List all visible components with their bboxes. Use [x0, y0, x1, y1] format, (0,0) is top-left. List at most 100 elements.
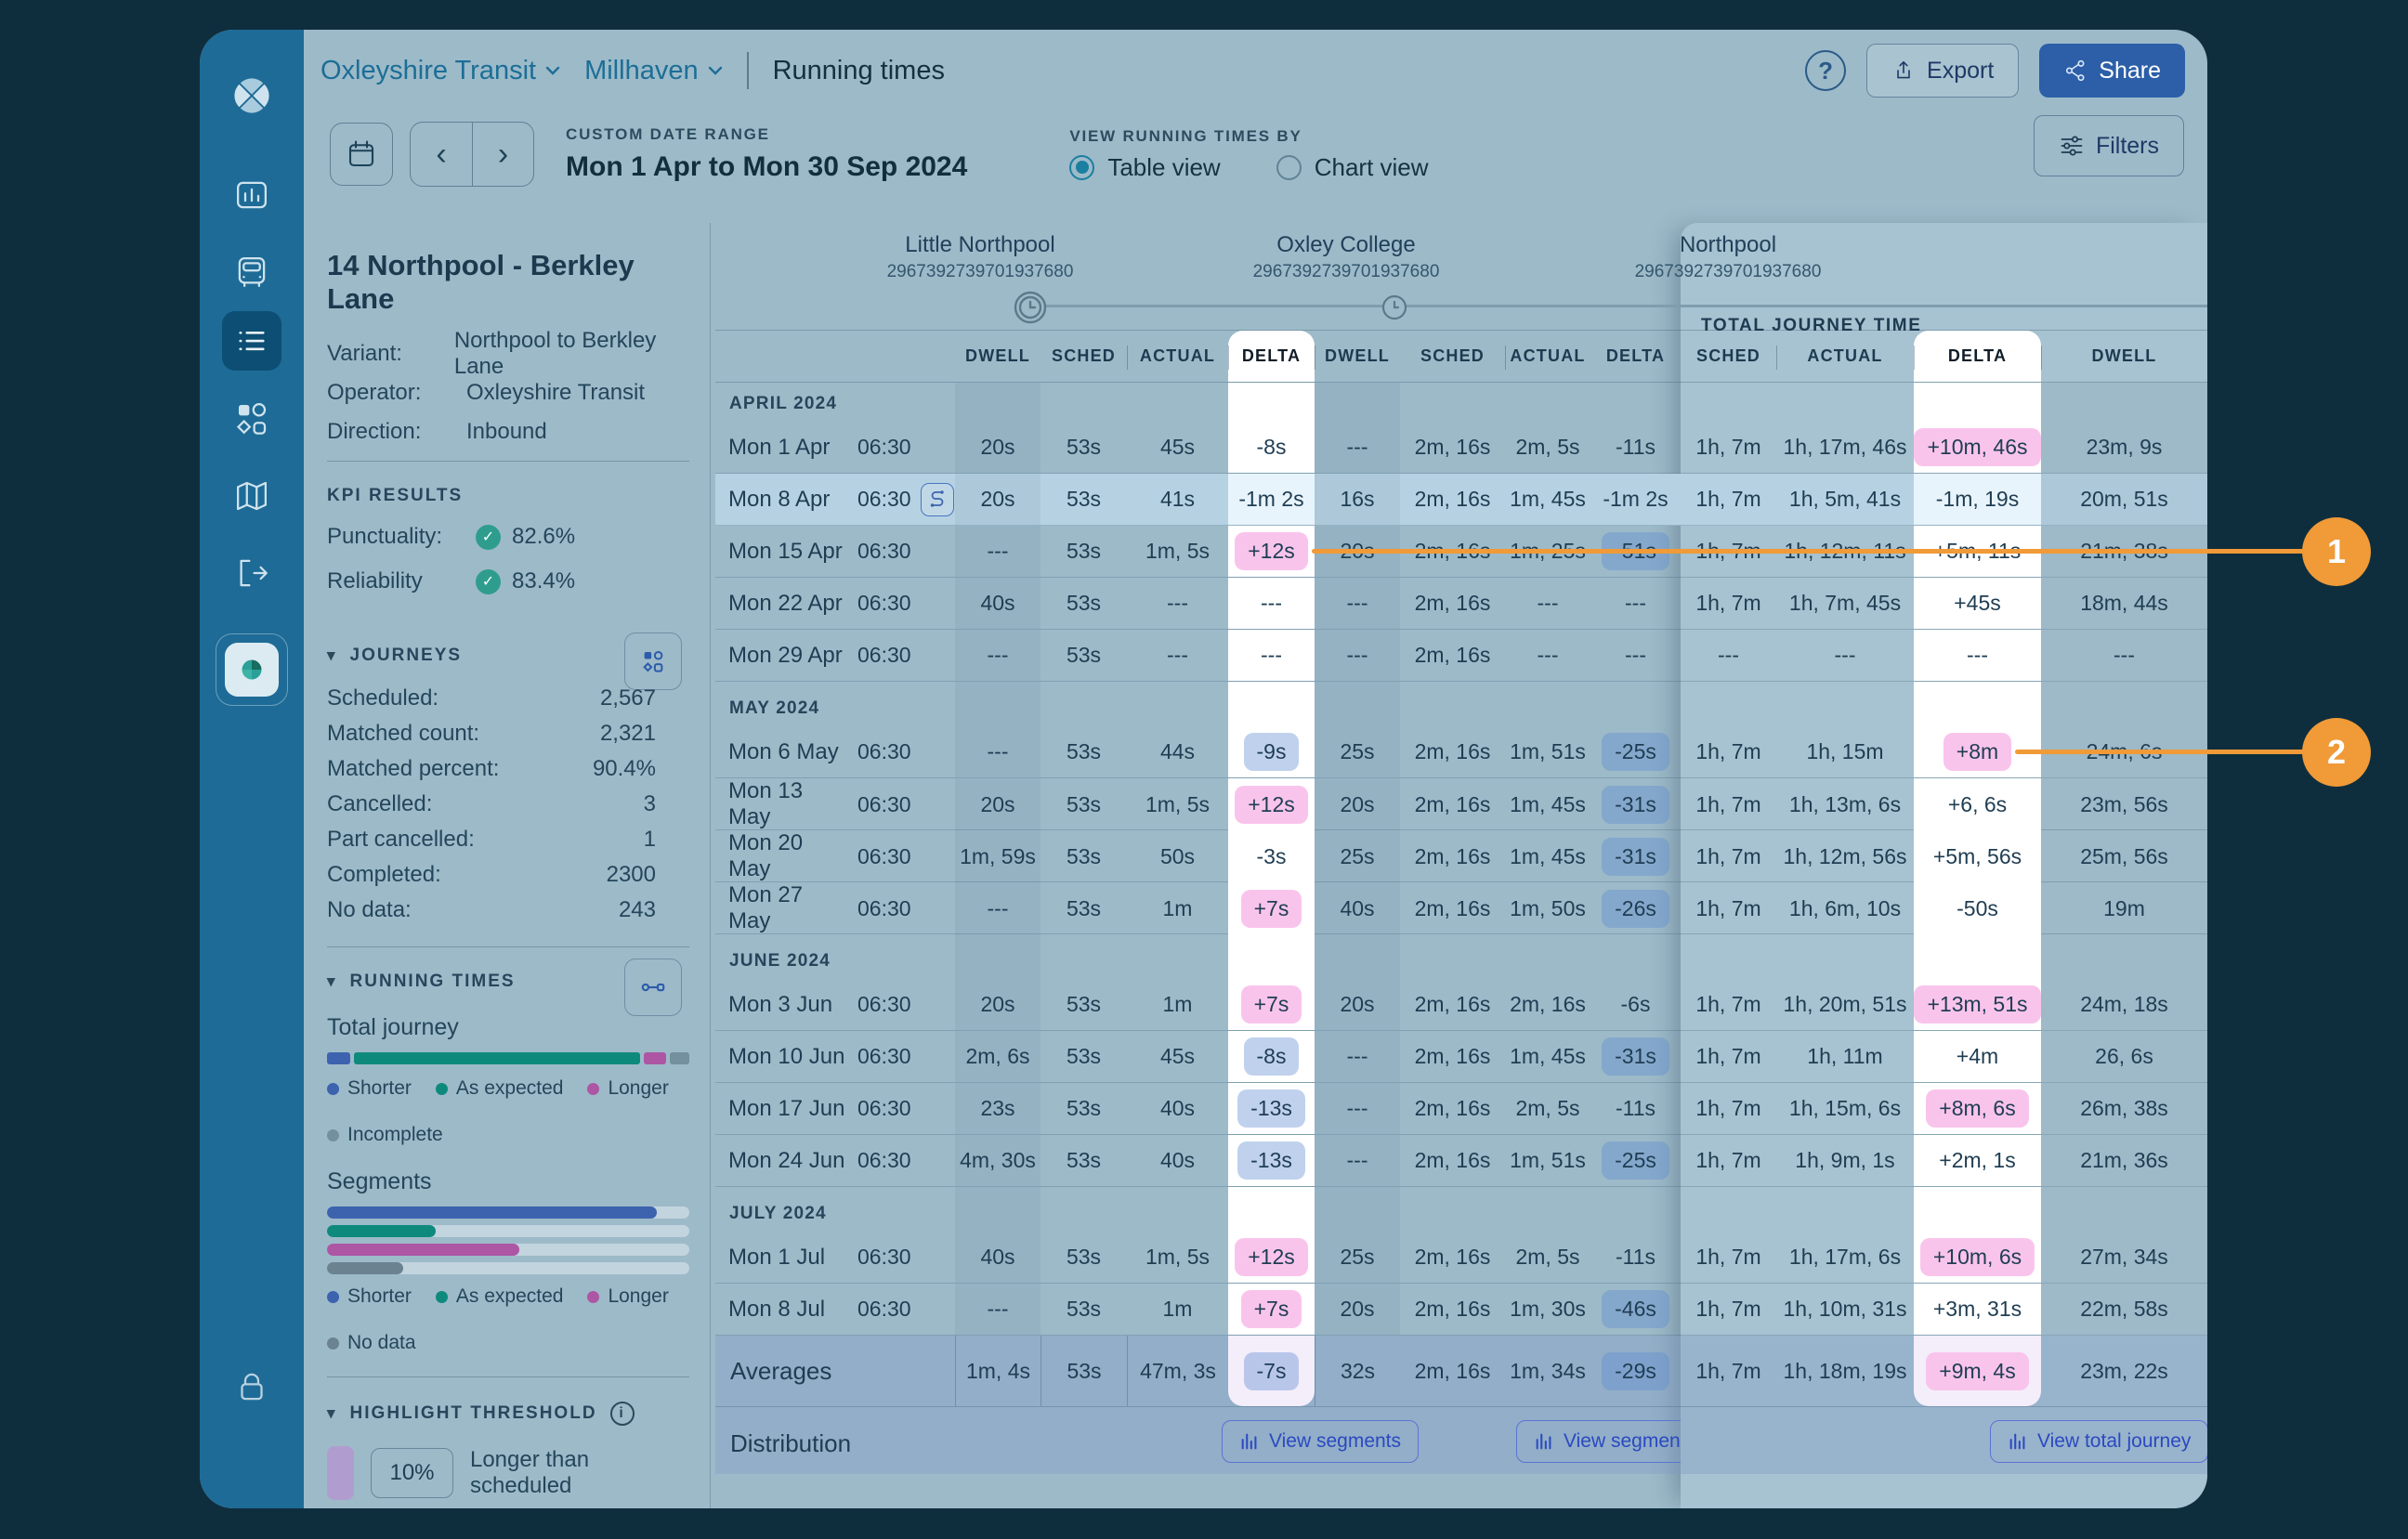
- column-header-dwell-0[interactable]: DWELL: [955, 331, 1040, 382]
- view-segments-2-button-label: View segments: [1564, 1430, 1681, 1453]
- column-header-dwell-4[interactable]: DWELL: [1315, 331, 1400, 382]
- table-row[interactable]: Mon 1 Jul06:3040s53s1m, 5s+12s25s2m, 16s…: [715, 1232, 2207, 1284]
- delta-chip-blue: -13s: [1237, 1089, 1305, 1128]
- share-button[interactable]: Share: [2039, 44, 2185, 98]
- cell-8: 1h, 7m: [1681, 1284, 1776, 1335]
- cell-text: 1h, 7m: [1695, 435, 1760, 460]
- column-header-sched-5[interactable]: SCHED: [1400, 331, 1505, 382]
- cell-1: 53s: [1040, 1284, 1127, 1335]
- station-oxley-college: Oxley College 2967392739701937680: [1188, 232, 1504, 282]
- route-variant-icon[interactable]: [921, 483, 954, 516]
- prev-period-button[interactable]: ‹: [411, 123, 472, 186]
- table-row[interactable]: Mon 29 Apr06:30---53s---------2m, 16s---…: [715, 630, 2207, 682]
- cell-text: 1h, 7m: [1695, 1245, 1760, 1270]
- view-segments-2-button[interactable]: View segments: [1516, 1420, 1681, 1463]
- table-row[interactable]: Mon 8 Apr06:3020s53s41s-1m 2s16s2m, 16s1…: [715, 474, 2207, 526]
- column-header-sched-8[interactable]: SCHED: [1681, 331, 1776, 382]
- info-icon[interactable]: i: [610, 1402, 635, 1426]
- month-row-cell: [1228, 934, 1315, 979]
- collapse-caret-icon[interactable]: ▾: [327, 646, 337, 665]
- sidebar-item-app[interactable]: [216, 633, 288, 706]
- sidebar-item-dashboard[interactable]: [222, 165, 281, 225]
- calendar-button[interactable]: [330, 123, 393, 186]
- cell-10: +5m, 11s: [1914, 526, 2041, 577]
- column-header-dwell-11[interactable]: DWELL: [2041, 331, 2207, 382]
- cell-3: +12s: [1228, 778, 1315, 830]
- table-row[interactable]: Mon 20 May06:301m, 59s53s50s-3s25s2m, 16…: [715, 830, 2207, 882]
- table-row[interactable]: Mon 1 Apr06:3020s53s45s-8s---2m, 16s2m, …: [715, 422, 2207, 474]
- cell-text: -1m 2s: [1603, 487, 1668, 512]
- filters-sliders-icon: [2059, 133, 2085, 159]
- table-row[interactable]: Mon 17 Jun06:3023s53s40s-13s---2m, 16s2m…: [715, 1083, 2207, 1135]
- column-header-sched-1[interactable]: SCHED: [1040, 331, 1127, 382]
- breadcrumb-operator[interactable]: Oxleyshire Transit: [321, 56, 560, 86]
- view-total-journey-button[interactable]: View total journey: [1990, 1420, 2207, 1463]
- cell-text: 1m: [1163, 896, 1193, 921]
- cell-1: 53s: [1040, 778, 1127, 830]
- next-period-button[interactable]: ›: [472, 123, 533, 186]
- cell-text: -50s: [1956, 896, 1998, 921]
- view-segments-button[interactable]: View segments: [1222, 1420, 1419, 1463]
- export-button[interactable]: Export: [1866, 44, 2019, 98]
- segments-link-button[interactable]: [624, 959, 682, 1016]
- table-row[interactable]: Mon 15 Apr06:30---53s1m, 5s+12s20s2m, 16…: [715, 526, 2207, 578]
- cell-text: ---: [1967, 643, 1988, 668]
- table-row[interactable]: Mon 10 Jun06:302m, 6s53s45s-8s---2m, 16s…: [715, 1031, 2207, 1083]
- column-header-delta-7[interactable]: DELTA: [1590, 331, 1681, 382]
- sidebar-item-vehicles[interactable]: [222, 242, 281, 302]
- cell-5: 2m, 16s: [1400, 1232, 1505, 1283]
- station-name: Little Northpool: [822, 232, 1138, 258]
- column-header-delta-10[interactable]: DELTA: [1914, 331, 2041, 382]
- collapse-caret-icon[interactable]: ▾: [327, 1404, 337, 1423]
- cell-text: 1m, 45s: [1510, 487, 1586, 512]
- cell-5: 2m, 16s: [1400, 1284, 1505, 1335]
- sidebar-item-running-times[interactable]: [222, 311, 281, 371]
- cell-text: 1h, 7m: [1695, 1359, 1760, 1384]
- averages-label: Averages: [715, 1336, 955, 1406]
- breadcrumb-region[interactable]: Millhaven: [584, 56, 723, 86]
- sidebar-item-categories[interactable]: [222, 388, 281, 448]
- journeys-categories-button[interactable]: [624, 633, 682, 690]
- table-row[interactable]: Mon 22 Apr06:3040s53s---------2m, 16s---…: [715, 578, 2207, 630]
- cell-11: 21m, 38s: [2041, 526, 2207, 577]
- column-header-actual-2[interactable]: ACTUAL: [1127, 331, 1228, 382]
- stat-label: Cancelled:: [327, 791, 644, 817]
- cell-text: 24m, 6s: [2087, 739, 2163, 764]
- column-header-actual-9[interactable]: ACTUAL: [1776, 331, 1914, 382]
- cell-2: 40s: [1127, 1083, 1228, 1134]
- legend-dot-icon: [436, 1083, 448, 1095]
- cell-text: 2m, 16s: [1415, 539, 1491, 564]
- month-row-cell: [1914, 383, 2041, 422]
- delta-chip-pink: +7s: [1241, 890, 1302, 928]
- cell-text: 2m, 16s: [1415, 643, 1491, 668]
- cell-text: 27m, 34s: [2080, 1245, 2168, 1270]
- cell-text: ---: [1625, 591, 1646, 616]
- cell-text: 19m: [2103, 896, 2145, 921]
- radio-table-view[interactable]: Table view: [1069, 153, 1220, 182]
- table-row[interactable]: Mon 27 May06:30---53s1m+7s40s2m, 16s1m, …: [715, 882, 2207, 934]
- filters-button[interactable]: Filters: [2034, 115, 2184, 176]
- collapse-caret-icon[interactable]: ▾: [327, 972, 337, 991]
- cell-date: Mon 1 Jul: [715, 1232, 850, 1283]
- sidebar-item-map[interactable]: [222, 466, 281, 526]
- cell-text: 2m, 16s: [1415, 896, 1491, 921]
- column-header-actual-6[interactable]: ACTUAL: [1505, 331, 1590, 382]
- cell-11: ---: [2041, 630, 2207, 681]
- month-row-cell: [1681, 1187, 1776, 1232]
- cell-text: 21m, 36s: [2080, 1148, 2168, 1173]
- table-row[interactable]: Mon 6 May06:30---53s44s-9s25s2m, 16s1m, …: [715, 726, 2207, 778]
- cell-8: 1h, 7m: [1681, 474, 1776, 525]
- table-row[interactable]: Mon 8 Jul06:30---53s1m+7s20s2m, 16s1m, 3…: [715, 1284, 2207, 1336]
- cell-9: 1h, 9m, 1s: [1776, 1135, 1914, 1186]
- radio-chart-view[interactable]: Chart view: [1276, 153, 1429, 182]
- longer-threshold-input[interactable]: 10%: [371, 1448, 453, 1498]
- sidebar-item-logout[interactable]: [222, 543, 281, 603]
- cell-2: 41s: [1127, 474, 1228, 525]
- column-header-delta-3[interactable]: DELTA: [1228, 331, 1315, 382]
- cell-1: 53s: [1040, 1135, 1127, 1186]
- table-row[interactable]: Mon 3 Jun06:3020s53s1m+7s20s2m, 16s2m, 1…: [715, 979, 2207, 1031]
- table-row[interactable]: Mon 13 May06:3020s53s1m, 5s+12s20s2m, 16…: [715, 778, 2207, 830]
- help-button[interactable]: ?: [1805, 50, 1846, 91]
- chevron-down-icon: [708, 66, 723, 75]
- table-row[interactable]: Mon 24 Jun06:304m, 30s53s40s-13s---2m, 1…: [715, 1135, 2207, 1187]
